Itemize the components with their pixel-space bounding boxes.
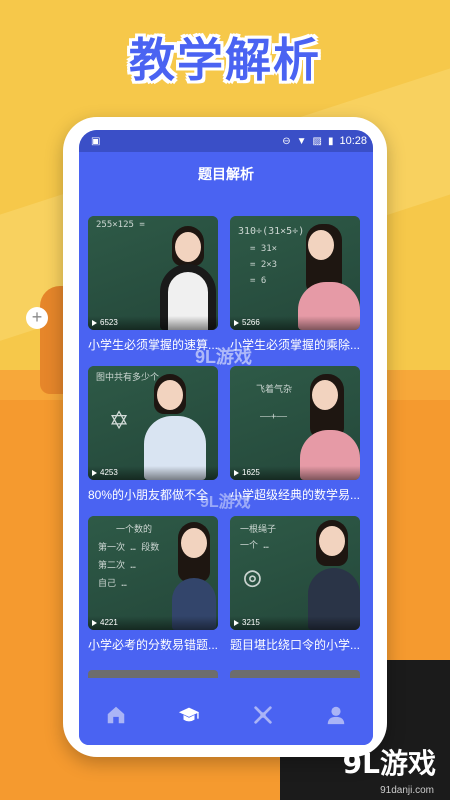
brand-url: 91danji.com: [380, 785, 434, 796]
status-bar: ▣ ⊖ ▼ ▨ ▮ 10:28: [79, 130, 373, 152]
chalk-text: 一根绳子: [240, 525, 277, 535]
play-icon: [92, 619, 97, 626]
view-count: 4221: [92, 618, 118, 627]
video-card[interactable]: 310÷(31×5÷) = 31× = 2×3 = 6 5266 小学生必须掌握…: [230, 216, 360, 354]
image-icon: ▣: [91, 135, 101, 147]
do-not-disturb-icon: ⊖: [282, 135, 291, 147]
watermark: 9L游戏: [195, 347, 253, 367]
no-sim-icon: ▨: [312, 135, 322, 147]
video-thumbnail[interactable]: 310÷(31×5÷) = 31× = 2×3 = 6 5266: [230, 216, 360, 330]
chalk-text: 飞着气杂: [256, 385, 293, 395]
play-icon: [92, 469, 97, 476]
battery-icon: ▮: [327, 135, 334, 147]
app-screen: ▣ ⊖ ▼ ▨ ▮ 10:28 题目解析 255×125 = 6523 小学生必…: [79, 130, 373, 745]
video-thumbnail[interactable]: 255×125 = 6523: [88, 216, 218, 330]
view-count: 6523: [92, 318, 118, 327]
chalk-text: 一个数的: [116, 525, 153, 535]
page-title: 题目解析: [198, 166, 254, 182]
video-card[interactable]: 图中共有多少个 ✡ 4253 80%的小朋友都做不全: [88, 366, 218, 504]
view-count: 5266: [234, 318, 260, 327]
tab-study[interactable]: [169, 695, 209, 735]
video-thumbnail[interactable]: 一根绳子 一个 … ◎ 3215: [230, 516, 360, 630]
home-icon: [107, 706, 124, 724]
graduation-cap-icon: [179, 707, 200, 722]
play-icon: [92, 319, 97, 326]
watermark: 9L游戏: [200, 494, 251, 511]
tab-tools[interactable]: [243, 695, 283, 735]
video-title: 小学必考的分数易错题...: [88, 638, 218, 652]
tab-home[interactable]: [96, 695, 136, 735]
video-thumbnail[interactable]: 图中共有多少个 ✡ 4253: [88, 366, 218, 480]
play-icon: [234, 319, 239, 326]
user-icon: [328, 706, 345, 725]
next-row-partial: [88, 670, 360, 678]
chalk-text: 255×125 =: [96, 220, 145, 230]
bottom-tab-bar: [79, 685, 373, 745]
wifi-icon: ▼: [296, 135, 307, 147]
chalk-text: 图中共有多少个: [96, 373, 160, 383]
brand-logo: 9L游戏: [342, 747, 436, 780]
video-card[interactable]: 一个数的 第一次 … 段数 第二次 … 自己 … 4221 小学必考的分数易错题…: [88, 516, 218, 654]
video-card[interactable]: 飞着气杂 ——+—— 1625 小学超级经典的数学易...: [230, 366, 360, 504]
video-title: 80%的小朋友都做不全: [88, 488, 209, 502]
promo-headline: 教学解析: [129, 33, 321, 87]
tools-icon: [254, 706, 272, 724]
plus-icon: +: [26, 307, 48, 329]
video-grid: 255×125 = 6523 小学生必须掌握的速算... 310÷(31×5÷)…: [88, 216, 360, 654]
chalk-text: 310÷(31×5÷): [238, 226, 305, 237]
video-thumbnail[interactable]: 一个数的 第一次 … 段数 第二次 … 自己 … 4221: [88, 516, 218, 630]
view-count: 1625: [234, 468, 260, 477]
view-count: 4253: [92, 468, 118, 477]
play-icon: [234, 619, 239, 626]
video-card[interactable]: 255×125 = 6523 小学生必须掌握的速算...: [88, 216, 218, 354]
app-bar: 题目解析: [79, 152, 373, 196]
video-thumbnail[interactable]: 飞着气杂 ——+—— 1625: [230, 366, 360, 480]
video-title: 题目堪比绕口令的小学...: [230, 638, 360, 652]
play-icon: [234, 469, 239, 476]
video-card[interactable]: 一根绳子 一个 … ◎ 3215 题目堪比绕口令的小学...: [230, 516, 360, 654]
status-time: 10:28: [339, 135, 367, 147]
view-count: 3215: [234, 618, 260, 627]
tab-profile[interactable]: [316, 695, 356, 735]
